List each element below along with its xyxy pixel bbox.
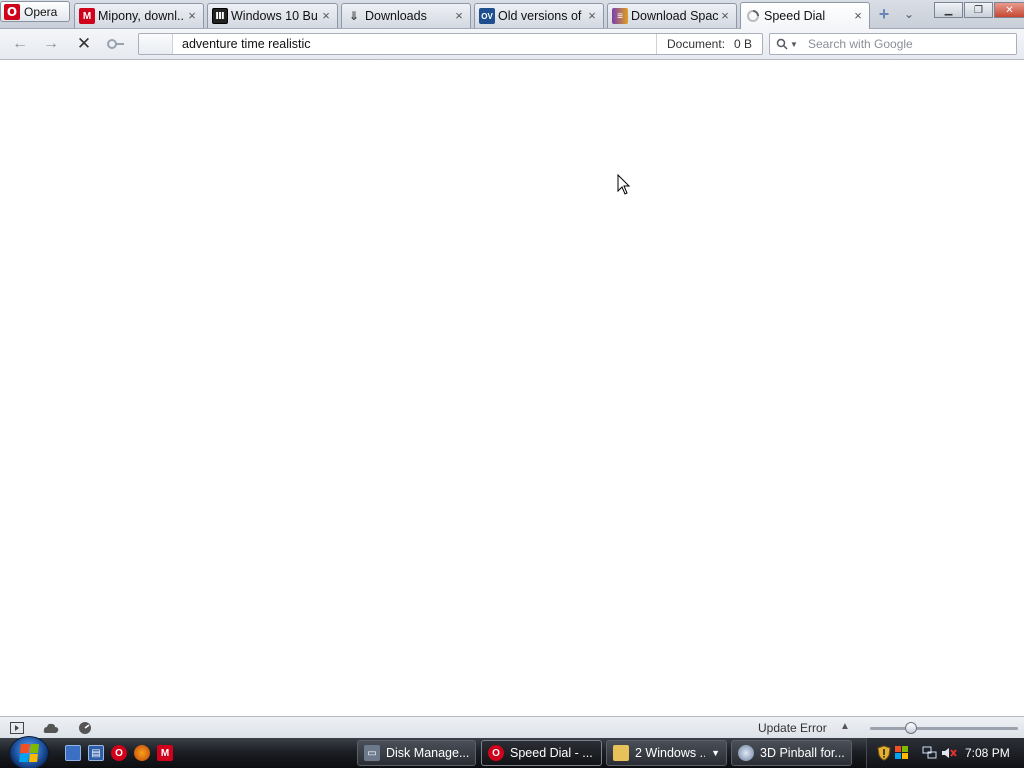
switch-windows-icon[interactable]: ▤	[88, 745, 104, 761]
taskbar-item-label: Speed Dial - ...	[510, 746, 593, 760]
caret-up-icon[interactable]: ▲	[840, 721, 850, 732]
tab-oldversions[interactable]: OV Old versions of ... ×	[474, 3, 604, 28]
search-engine-selector[interactable]: ▼	[770, 34, 804, 54]
minimize-icon[interactable]: ▁	[934, 2, 963, 18]
turbo-icon[interactable]	[77, 721, 93, 735]
tab-title: Mipony, downl...	[98, 9, 185, 23]
key-icon[interactable]	[106, 35, 126, 53]
taskbar-item-label: 2 Windows ...	[635, 746, 706, 760]
opera-menu-label: Opera	[24, 4, 58, 19]
taskbar-item-label: Disk Manage...	[386, 746, 469, 760]
archive-icon: Ⅲ	[212, 8, 228, 24]
address-bar: Document: 0 B	[138, 33, 763, 55]
shield-warning-icon[interactable]	[876, 745, 892, 761]
chevron-down-icon[interactable]: ▼	[711, 748, 720, 758]
tab-speed-dial[interactable]: Speed Dial ×	[740, 2, 870, 29]
page-content[interactable]	[0, 61, 1024, 716]
new-tab-icon[interactable]: +	[874, 5, 894, 23]
pinball-icon	[738, 745, 754, 761]
mouse-cursor-icon	[617, 174, 631, 195]
tab-windows10[interactable]: Ⅲ Windows 10 Bu... ×	[207, 3, 338, 28]
dropdown-arrow-icon: ▼	[790, 39, 798, 49]
tab-title: Speed Dial	[764, 9, 826, 23]
forward-icon[interactable]: →	[41, 35, 61, 53]
tab-downloads[interactable]: ⇓ Downloads ×	[341, 3, 471, 28]
tab-title: Old versions of ...	[498, 9, 585, 23]
zoom-slider[interactable]	[870, 722, 1018, 734]
stop-icon[interactable]: ✕	[74, 34, 94, 53]
unite-cloud-icon[interactable]	[43, 721, 59, 735]
taskbar-item-label: 3D Pinball for...	[760, 746, 845, 760]
opera-logo-icon: O	[4, 3, 20, 20]
show-desktop-icon[interactable]	[65, 745, 81, 761]
window-close-icon[interactable]: ✕	[994, 2, 1024, 18]
oldversion-icon: OV	[479, 8, 495, 24]
search-box: ▼	[769, 33, 1017, 55]
downloadspace-icon: ≡	[612, 8, 628, 24]
address-input[interactable]	[175, 34, 655, 54]
close-icon[interactable]: ×	[851, 9, 865, 23]
tab-title: Downloads	[365, 9, 427, 23]
taskbar-clock[interactable]: 7:08 PM	[965, 746, 1010, 760]
mipony-icon[interactable]: M	[157, 745, 173, 761]
mipony-icon: M	[79, 8, 95, 24]
start-button[interactable]	[9, 736, 49, 768]
tab-title: Download Spac...	[631, 9, 718, 23]
opera-menu-button[interactable]: O Opera	[0, 1, 70, 22]
zoom-slider-thumb[interactable]	[905, 722, 918, 734]
opera-icon: O	[488, 745, 504, 761]
opera-icon[interactable]: O	[111, 745, 127, 761]
address-toolbar: ← → ✕ Document: 0 B ▼	[0, 29, 1024, 60]
downloads-icon: ⇓	[348, 9, 360, 23]
document-info: Document: 0 B	[656, 34, 762, 54]
close-icon[interactable]: ×	[319, 9, 333, 23]
search-input[interactable]	[804, 34, 1016, 54]
window-controls: ▁ ❐ ✕	[934, 2, 1024, 18]
taskbar-item-speed-dial[interactable]: O Speed Dial - ...	[481, 740, 602, 766]
disk-management-icon: ▭	[364, 745, 380, 761]
close-icon[interactable]: ×	[718, 9, 732, 23]
taskbar-item-disk-management[interactable]: ▭ Disk Manage...	[357, 740, 476, 766]
firefox-icon[interactable]	[134, 745, 150, 761]
restore-icon[interactable]: ❐	[964, 2, 993, 18]
folder-icon	[613, 745, 629, 761]
windows-taskbar: ▤ O M ▭ Disk Manage... O Speed Dial - ..…	[0, 736, 1024, 768]
status-bar: Update Error ▲	[0, 716, 1024, 738]
tab-downloadspace[interactable]: ≡ Download Spac... ×	[607, 3, 737, 28]
tab-mipony[interactable]: M Mipony, downl... ×	[74, 3, 204, 28]
close-icon[interactable]: ×	[185, 9, 199, 23]
volume-muted-icon[interactable]	[941, 745, 957, 761]
search-icon	[776, 38, 788, 50]
tab-title: Windows 10 Bu...	[231, 9, 319, 23]
system-tray: 7:08 PM	[866, 738, 1024, 768]
close-icon[interactable]: ×	[585, 9, 599, 23]
back-icon[interactable]: ←	[10, 35, 30, 53]
document-size: 0 B	[733, 37, 752, 51]
windows-update-icon[interactable]	[894, 745, 910, 761]
panel-toggle-icon[interactable]	[9, 721, 25, 735]
document-label: Document:	[667, 37, 726, 51]
tab-list-chevron-icon[interactable]: ⌄	[900, 6, 918, 22]
close-icon[interactable]: ×	[452, 9, 466, 23]
taskbar-item-pinball[interactable]: 3D Pinball for...	[731, 740, 852, 766]
loading-icon	[745, 8, 761, 24]
windows-logo-icon	[19, 744, 39, 762]
update-error-text[interactable]: Update Error	[758, 721, 827, 735]
taskbar-item-windows-explorer[interactable]: 2 Windows ... ▼	[606, 740, 727, 766]
site-badge[interactable]	[139, 34, 173, 54]
network-icon[interactable]	[922, 745, 938, 761]
tab-strip: O Opera M Mipony, downl... × Ⅲ Windows 1…	[0, 0, 1024, 29]
